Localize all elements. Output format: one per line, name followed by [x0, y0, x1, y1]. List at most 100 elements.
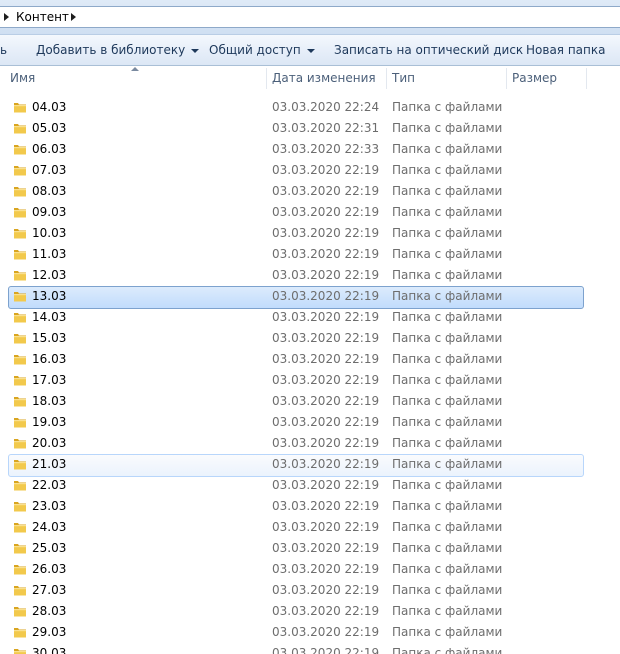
file-date-modified: 03.03.2020 22:19: [272, 310, 380, 324]
file-row[interactable]: 20.03 03.03.2020 22:19 Папка с файлами: [0, 433, 620, 454]
file-date-modified: 03.03.2020 22:19: [272, 646, 380, 654]
file-type: Папка с файлами: [392, 163, 503, 177]
chevron-down-icon: [306, 49, 315, 53]
file-row[interactable]: 11.03 03.03.2020 22:19 Папка с файлами: [0, 244, 620, 265]
share-with-button[interactable]: Общий доступ: [209, 43, 315, 57]
add-to-library-button[interactable]: Добавить в библиотеку: [36, 43, 200, 57]
file-name: 26.03: [32, 562, 67, 576]
folder-icon: [14, 481, 26, 491]
file-row[interactable]: 25.03 03.03.2020 22:19 Папка с файлами: [0, 538, 620, 559]
chevron-right-icon[interactable]: [4, 13, 9, 21]
file-type: Папка с файлами: [392, 121, 503, 135]
file-name: 30.03: [32, 646, 67, 654]
folder-icon: [14, 502, 26, 512]
file-name: 15.03: [32, 331, 67, 345]
file-type: Папка с файлами: [392, 520, 503, 534]
file-name: 27.03: [32, 583, 67, 597]
folder-icon: [14, 628, 26, 638]
folder-icon: [14, 649, 26, 654]
file-row[interactable]: 23.03 03.03.2020 22:19 Папка с файлами: [0, 496, 620, 517]
folder-icon: [14, 460, 26, 470]
file-date-modified: 03.03.2020 22:19: [272, 205, 380, 219]
file-name: 28.03: [32, 604, 67, 618]
share-with-label: Общий доступ: [209, 43, 301, 57]
file-name: 18.03: [32, 394, 67, 408]
folder-icon: [14, 229, 26, 239]
file-row[interactable]: 27.03 03.03.2020 22:19 Папка с файлами: [0, 580, 620, 601]
file-row[interactable]: 12.03 03.03.2020 22:19 Папка с файлами: [0, 265, 620, 286]
file-type: Папка с файлами: [392, 478, 503, 492]
file-name: 20.03: [32, 436, 67, 450]
file-date-modified: 03.03.2020 22:19: [272, 331, 380, 345]
file-type: Папка с файлами: [392, 562, 503, 576]
file-type: Папка с файлами: [392, 247, 503, 261]
column-headers: Имя Дата изменения Тип Размер: [0, 66, 620, 91]
folder-icon: [14, 607, 26, 617]
folder-icon: [14, 187, 26, 197]
file-date-modified: 03.03.2020 22:19: [272, 415, 380, 429]
file-name: 08.03: [32, 184, 67, 198]
file-row[interactable]: 18.03 03.03.2020 22:19 Папка с файлами: [0, 391, 620, 412]
file-row[interactable]: 28.03 03.03.2020 22:19 Папка с файлами: [0, 601, 620, 622]
file-date-modified: 03.03.2020 22:19: [272, 184, 380, 198]
breadcrumb-location[interactable]: Контент: [16, 10, 69, 24]
new-folder-button[interactable]: Новая папка: [526, 43, 605, 57]
file-date-modified: 03.03.2020 22:33: [272, 142, 380, 156]
file-date-modified: 03.03.2020 22:19: [272, 373, 380, 387]
file-type: Папка с файлами: [392, 625, 503, 639]
add-to-library-label: Добавить в библиотеку: [36, 43, 186, 57]
file-row[interactable]: 26.03 03.03.2020 22:19 Папка с файлами: [0, 559, 620, 580]
file-row[interactable]: 06.03 03.03.2020 22:33 Папка с файлами: [0, 139, 620, 160]
file-row[interactable]: 24.03 03.03.2020 22:19 Папка с файлами: [0, 517, 620, 538]
folder-icon: [14, 355, 26, 365]
file-row[interactable]: 22.03 03.03.2020 22:19 Папка с файлами: [0, 475, 620, 496]
folder-icon: [14, 376, 26, 386]
organize-button[interactable]: ь: [0, 43, 7, 57]
file-type: Папка с файлами: [392, 142, 503, 156]
folder-icon: [14, 565, 26, 575]
file-row[interactable]: 05.03 03.03.2020 22:31 Папка с файлами: [0, 118, 620, 139]
file-name: 16.03: [32, 352, 67, 366]
folder-icon: [14, 586, 26, 596]
file-date-modified: 03.03.2020 22:19: [272, 478, 380, 492]
file-row[interactable]: 21.03 03.03.2020 22:19 Папка с файлами: [0, 454, 620, 477]
folder-icon: [14, 544, 26, 554]
file-date-modified: 03.03.2020 22:19: [272, 457, 380, 471]
file-type: Папка с файлами: [392, 415, 503, 429]
file-row[interactable]: 08.03 03.03.2020 22:19 Папка с файлами: [0, 181, 620, 202]
file-name: 14.03: [32, 310, 67, 324]
file-name: 06.03: [32, 142, 67, 156]
file-row[interactable]: 16.03 03.03.2020 22:19 Папка с файлами: [0, 349, 620, 370]
file-row[interactable]: 30.03 03.03.2020 22:19 Папка с файлами: [0, 643, 620, 654]
file-date-modified: 03.03.2020 22:19: [272, 394, 380, 408]
column-header-modified[interactable]: Дата изменения: [266, 66, 386, 91]
file-date-modified: 03.03.2020 22:19: [272, 604, 380, 618]
address-bar[interactable]: Контент: [0, 6, 620, 28]
file-name: 04.03: [32, 100, 67, 114]
file-name: 19.03: [32, 415, 67, 429]
file-row[interactable]: 29.03 03.03.2020 22:19 Папка с файлами: [0, 622, 620, 643]
file-name: 11.03: [32, 247, 67, 261]
column-divider[interactable]: [586, 68, 587, 89]
burn-disc-button[interactable]: Записать на оптический диск: [334, 43, 523, 57]
folder-icon: [14, 145, 26, 155]
column-header-name[interactable]: Имя: [4, 66, 266, 91]
file-type: Папка с файлами: [392, 184, 503, 198]
file-row[interactable]: 10.03 03.03.2020 22:19 Папка с файлами: [0, 223, 620, 244]
file-row[interactable]: 04.03 03.03.2020 22:24 Папка с файлами: [0, 97, 620, 118]
file-type: Папка с файлами: [392, 499, 503, 513]
file-row[interactable]: 13.03 03.03.2020 22:19 Папка с файлами: [0, 286, 620, 309]
file-type: Папка с файлами: [392, 394, 503, 408]
file-row[interactable]: 09.03 03.03.2020 22:19 Папка с файлами: [0, 202, 620, 223]
file-row[interactable]: 19.03 03.03.2020 22:19 Папка с файлами: [0, 412, 620, 433]
chevron-right-icon[interactable]: [71, 13, 76, 21]
file-row[interactable]: 14.03 03.03.2020 22:19 Папка с файлами: [0, 307, 620, 328]
file-date-modified: 03.03.2020 22:19: [272, 499, 380, 513]
file-row[interactable]: 17.03 03.03.2020 22:19 Папка с файлами: [0, 370, 620, 391]
file-row[interactable]: 15.03 03.03.2020 22:19 Папка с файлами: [0, 328, 620, 349]
file-row[interactable]: 07.03 03.03.2020 22:19 Папка с файлами: [0, 160, 620, 181]
file-type: Папка с файлами: [392, 289, 503, 303]
column-header-size[interactable]: Размер: [506, 66, 586, 91]
column-header-type[interactable]: Тип: [386, 66, 506, 91]
file-date-modified: 03.03.2020 22:19: [272, 163, 380, 177]
